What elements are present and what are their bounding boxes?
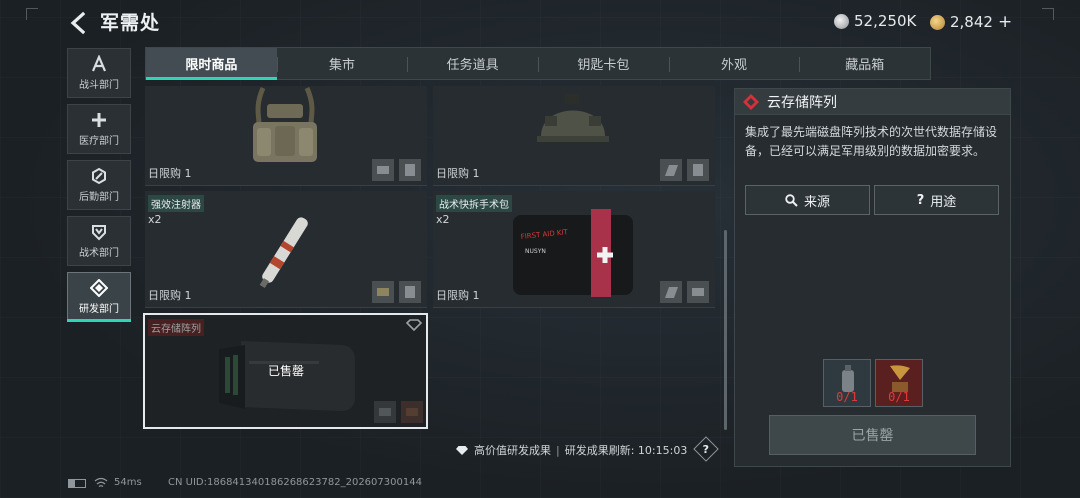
- requirement-gramophone[interactable]: 0/1: [875, 359, 923, 407]
- tactical-shield-icon: [92, 225, 106, 241]
- tab-keycards[interactable]: 钥匙卡包: [538, 48, 669, 79]
- requirement-count: 0/1: [836, 390, 858, 404]
- sidebar-item-label: 战术部门: [79, 248, 119, 259]
- frame-corner: [26, 8, 38, 20]
- item-detail-panel: 云存储阵列 集成了最先端磁盘阵列技术的次世代数据存储设备，已经可以满足军用级别的…: [734, 88, 1011, 467]
- item-name: 强效注射器: [148, 195, 204, 212]
- item-name: 战术快拆手术包: [436, 195, 512, 212]
- usage-button[interactable]: ? 用途: [874, 185, 999, 215]
- help-icon: ?: [702, 442, 710, 456]
- box-tag-icon: [399, 159, 421, 181]
- sold-out-button[interactable]: 已售罄: [769, 415, 976, 455]
- sidebar-active-indicator: [67, 319, 131, 322]
- sidebar-item-logistics[interactable]: 后勤部门: [67, 160, 131, 210]
- first-aid-kit-image: FIRST AID KIT NUSYN: [513, 209, 633, 297]
- sidebar-item-label: 研发部门: [79, 304, 119, 315]
- gold-currency[interactable]: 2,842 +: [930, 12, 1012, 32]
- separator: |: [556, 443, 560, 457]
- purchase-limit: 日限购 1: [148, 289, 192, 302]
- requirement-grenade[interactable]: 0/1: [823, 359, 871, 407]
- silver-amount: 52,250K: [854, 12, 917, 30]
- source-button-label: 来源: [803, 194, 830, 210]
- add-currency-button[interactable]: +: [998, 12, 1012, 32]
- ammo-tag-icon: [372, 281, 394, 303]
- sold-out-label: 已售罄: [268, 364, 305, 378]
- battery-icon: [68, 479, 86, 488]
- shop-item-chest-rig[interactable]: 日限购 1: [145, 86, 427, 186]
- box-tag-icon: [687, 159, 709, 181]
- rarity-diamond-icon: [743, 93, 759, 110]
- tab-quest-items[interactable]: 任务道具: [407, 48, 538, 79]
- research-tag-icon: [374, 401, 396, 423]
- tool-tag-icon: [660, 159, 682, 181]
- back-arrow-icon[interactable]: [66, 10, 92, 36]
- uid-label: CN UID:18684134018626862378​2_2026073001…: [168, 477, 422, 488]
- question-icon: ?: [916, 192, 925, 208]
- chest-rig-image: [253, 86, 317, 162]
- purchase-limit: 日限购 1: [436, 167, 480, 180]
- research-icon: [90, 279, 108, 297]
- source-button[interactable]: 来源: [745, 185, 870, 215]
- tab-collection-box[interactable]: 藏品箱: [799, 48, 930, 79]
- frame-corner: [1042, 8, 1054, 20]
- sidebar-item-label: 医疗部门: [79, 136, 119, 147]
- gramophone-tag-icon: [401, 401, 423, 423]
- helmet-image: [537, 94, 609, 142]
- shop-item-surgical-kit[interactable]: 战术快拆手术包 x2 FIRST AID KIT NUSYN 日限购 1: [433, 191, 715, 308]
- sidebar-item-medical[interactable]: 医疗部门: [67, 104, 131, 154]
- grid-scrollbar[interactable]: [724, 230, 727, 430]
- tab-market[interactable]: 集市: [276, 48, 408, 79]
- tool-tag-icon: [660, 281, 682, 303]
- shop-item-helmet[interactable]: 日限购 1: [433, 86, 715, 186]
- gold-amount: 2,842: [950, 13, 993, 31]
- usage-button-label: 用途: [930, 194, 957, 210]
- detail-title: 云存储阵列: [767, 94, 837, 111]
- search-icon: [785, 193, 798, 207]
- category-tabs: 限时商品 集市 任务道具 钥匙卡包 外观 藏品箱: [145, 47, 931, 80]
- tab-limited[interactable]: 限时商品: [146, 48, 277, 80]
- slot-tag-icon: [372, 159, 394, 181]
- ping-label: 54ms: [114, 477, 142, 488]
- sidebar-item-label: 后勤部门: [79, 192, 119, 203]
- research-footer: 高价值研发成果 | 研发成果刷新: 10:15:03: [455, 442, 687, 458]
- detail-header: 云存储阵列: [735, 89, 1010, 115]
- sidebar-item-tactical[interactable]: 战术部门: [67, 216, 131, 266]
- box-tag-icon: [399, 281, 421, 303]
- high-value-label: 高价值研发成果: [474, 444, 551, 457]
- sidebar-item-label: 战斗部门: [79, 80, 119, 91]
- kit-brand: NUSYN: [525, 248, 546, 255]
- combat-icon: [91, 55, 107, 72]
- gold-coin-icon: [930, 14, 945, 30]
- detail-description: 集成了最先端磁盘阵列技术的次世代数据存储设备，已经可以满足军用级别的数据加密要求…: [745, 125, 998, 158]
- refresh-timer: 研发成果刷新: 10:15:03: [564, 444, 688, 457]
- sidebar-item-combat[interactable]: 战斗部门: [67, 48, 131, 98]
- sidebar-item-research[interactable]: 研发部门: [67, 272, 131, 322]
- injector-image: [259, 217, 308, 289]
- medical-cross-icon: [92, 113, 106, 127]
- purchase-limit: 日限购 1: [148, 167, 192, 180]
- page-title: 军需处: [100, 12, 161, 34]
- shop-item-injector[interactable]: 强效注射器 x2 日限购 1: [145, 191, 427, 308]
- purchase-limit: 日限购 1: [436, 289, 480, 302]
- silver-coin-icon: [834, 13, 849, 29]
- wifi-icon: [94, 477, 108, 488]
- high-value-diamond-icon: [456, 445, 468, 455]
- silver-currency: 52,250K: [834, 12, 916, 30]
- tab-appearance[interactable]: 外观: [668, 48, 800, 79]
- logistics-icon: [92, 167, 106, 185]
- slot-tag-icon: [687, 281, 709, 303]
- item-quantity: x2: [436, 213, 450, 226]
- requirement-count: 0/1: [888, 390, 910, 404]
- item-quantity: x2: [148, 213, 162, 226]
